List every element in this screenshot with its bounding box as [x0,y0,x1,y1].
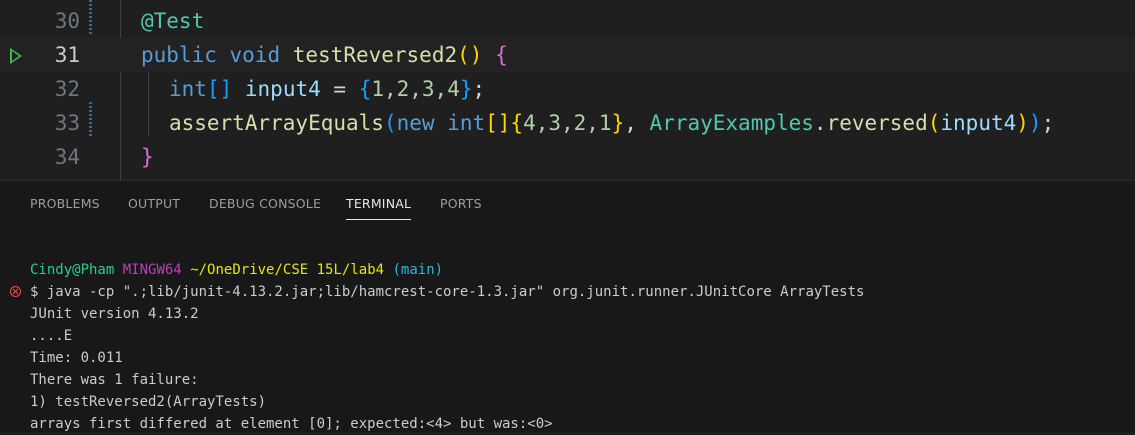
error-circle-icon[interactable] [10,286,21,297]
line-number: 30 [54,9,80,33]
code-line-34[interactable]: 34 } [0,140,1135,174]
line-number: 33 [54,111,80,135]
bottom-panel: PROBLEMS OUTPUT DEBUG CONSOLE TERMINAL P… [0,180,1135,432]
line-number: 31 [54,43,80,67]
tab-ports[interactable]: PORTS [440,196,482,211]
terminal-output-line: JUnit version 4.13.2 [30,306,199,322]
code-text: assertArrayEquals(new int[]{4,3,2,1}, Ar… [169,111,1055,135]
terminal-output-line: There was 1 failure: [30,372,199,388]
terminal-output[interactable]: Cindy@Pham MINGW64 ~/OneDrive/CSE 15L/la… [0,259,1135,433]
terminal-command: $ java -cp ".;lib/junit-4.13.2.jar;lib/h… [30,284,865,300]
terminal-output-line: Time: 0.011 [30,350,123,366]
panel-tabs: PROBLEMS OUTPUT DEBUG CONSOLE TERMINAL P… [0,181,1135,225]
code-line-33[interactable]: 33 assertArrayEquals(new int[]{4,3,2,1},… [0,106,1135,140]
code-text: int[] input4 = {1,2,3,4}; [169,77,486,101]
terminal-output-line: 1) testReversed2(ArrayTests) [30,394,267,410]
line-number: 32 [54,77,80,101]
tab-terminal[interactable]: TERMINAL [346,196,412,220]
tab-output[interactable]: OUTPUT [128,196,180,211]
line-number: 34 [54,145,80,169]
code-text: } [141,145,154,169]
tab-debug-console[interactable]: DEBUG CONSOLE [209,196,321,211]
code-editor[interactable]: 30 @Test 31 public void testReversed2() … [0,0,1135,180]
terminal-prompt: Cindy@Pham MINGW64 ~/OneDrive/CSE 15L/la… [30,262,444,278]
code-line-31[interactable]: 31 public void testReversed2() { [0,38,1135,72]
code-line-30[interactable]: 30 @Test [0,4,1135,38]
terminal-output-line: ....E [30,328,73,344]
code-line-32[interactable]: 32 int[] input4 = {1,2,3,4}; [0,72,1135,106]
code-text: @Test [141,9,205,33]
terminal-command-row: $ java -cp ".;lib/junit-4.13.2.jar;lib/h… [0,281,1135,303]
code-text: public void testReversed2() { [141,43,508,67]
tab-problems[interactable]: PROBLEMS [30,196,100,211]
